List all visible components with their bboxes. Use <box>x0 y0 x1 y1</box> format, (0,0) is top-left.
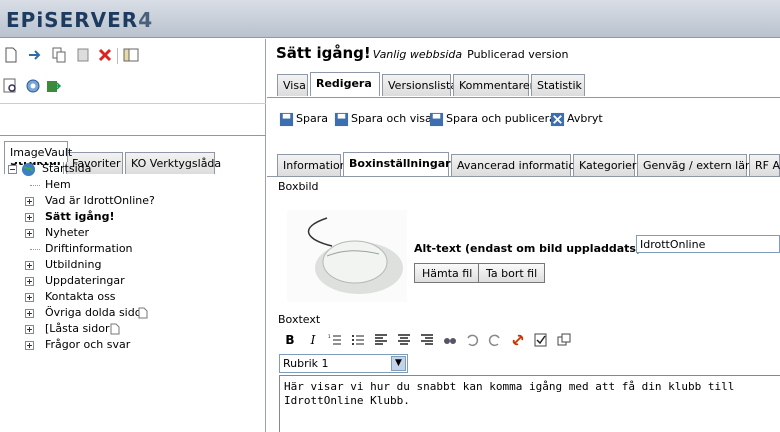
align-left-icon[interactable] <box>374 333 388 347</box>
tree-root[interactable]: Startsida <box>42 161 91 177</box>
refresh-icon[interactable] <box>25 78 41 94</box>
toolbar-row-1 <box>0 42 266 70</box>
chevron-down-icon[interactable]: ▼ <box>391 356 406 371</box>
tree-connector <box>30 249 40 250</box>
bold-icon[interactable]: B <box>283 333 297 347</box>
alt-text-input[interactable]: IdrottOnline <box>636 235 780 253</box>
left-pane: Struktur Favoriter KO Verktygslåda Image… <box>0 39 266 432</box>
svg-text:1: 1 <box>328 334 331 339</box>
page-title: Sätt igång! <box>276 44 371 62</box>
new-page-icon[interactable] <box>3 47 19 63</box>
format-select[interactable]: Rubrik 1 ▼ <box>279 354 408 373</box>
tree-item[interactable]: Hem <box>45 177 71 193</box>
mouse-image <box>287 210 407 302</box>
delete-icon[interactable] <box>97 47 113 63</box>
expand-icon[interactable] <box>25 293 34 302</box>
preview-pane-icon[interactable] <box>123 47 139 63</box>
export-icon[interactable] <box>45 78 61 94</box>
main-pane: Sätt igång! Vanlig webbsida Publicerad ver… <box>267 39 780 432</box>
collapse-icon[interactable] <box>8 165 17 174</box>
tree-item[interactable]: Kontakta oss <box>45 289 116 305</box>
tree-item[interactable]: Utbildning <box>45 257 101 273</box>
copy-icon[interactable] <box>51 47 67 63</box>
tree-connector <box>30 185 40 186</box>
tree-item[interactable]: Vad är IdrottOnline? <box>45 193 155 209</box>
save-icon <box>279 112 294 126</box>
tab-redigera[interactable]: Redigera <box>310 72 380 96</box>
expand-icon[interactable] <box>25 197 34 206</box>
paste-icon[interactable] <box>75 47 91 63</box>
tab-statistik[interactable]: Statistik <box>531 74 585 96</box>
align-right-icon[interactable] <box>420 333 434 347</box>
cancel-icon <box>550 112 565 126</box>
tab-information[interactable]: Information <box>277 154 347 176</box>
tree-item[interactable]: Nyheter <box>45 225 89 241</box>
page-status: Publicerad version <box>467 48 569 61</box>
boxbild-label: Boxbild <box>278 180 319 193</box>
expand-icon[interactable] <box>25 325 34 334</box>
fetch-file-button[interactable]: Hämta fil <box>414 263 481 283</box>
expand-icon[interactable] <box>25 213 34 222</box>
boxtext-label: Boxtext <box>278 313 321 326</box>
tab-imagevault[interactable]: ImageVault <box>4 141 72 162</box>
tab-avancerad-information[interactable]: Avancerad information <box>451 154 582 176</box>
search-icon[interactable] <box>3 78 19 94</box>
expand-icon[interactable] <box>25 229 34 238</box>
tab-kategorier[interactable]: Kategorier <box>573 154 636 176</box>
spellcheck-icon[interactable] <box>534 333 548 347</box>
numbered-list-icon[interactable]: 1 <box>328 333 342 347</box>
tab-kommentarer[interactable]: Kommentarer <box>453 74 534 96</box>
alt-text-label: Alt-text (endast om bild uppladdats): <box>414 242 646 255</box>
tab-ko-verktygslada[interactable]: KO Verktygslåda <box>125 152 221 174</box>
logo-text: EPiSERVER <box>6 8 139 32</box>
find-icon[interactable] <box>443 333 457 347</box>
tree-item[interactable]: [Låsta sidor] <box>45 321 114 337</box>
tab-genvag-extern-lank[interactable]: Genväg / extern länk <box>637 154 758 176</box>
expand-icon[interactable] <box>25 261 34 270</box>
app-logo: EPiSERVER4 <box>6 8 153 32</box>
expand-icon[interactable] <box>25 309 34 318</box>
undo-icon[interactable] <box>465 333 479 347</box>
toolbar-row-2 <box>0 73 266 101</box>
redo-icon[interactable] <box>488 333 502 347</box>
tree-item[interactable]: Sätt igång! <box>45 209 114 225</box>
move-icon[interactable] <box>27 47 43 63</box>
tab-boxinstallningar[interactable]: Boxinställningar <box>343 152 451 176</box>
italic-icon[interactable]: I <box>306 333 320 347</box>
save-and-view-button[interactable]: Spara och visa <box>334 111 432 131</box>
format-select-value: Rubrik 1 <box>283 357 329 370</box>
link-icon[interactable] <box>511 333 525 347</box>
header-bar: EPiSERVER4 <box>0 0 780 38</box>
globe-icon <box>21 162 36 177</box>
editor-content[interactable]: Här visar vi hur du snabbt kan komma igå… <box>279 375 780 432</box>
save-and-publish-button[interactable]: Spara och publicera <box>429 111 556 131</box>
cancel-button[interactable]: Avbryt <box>550 111 603 131</box>
tab-rf[interactable]: RF A <box>749 154 780 176</box>
logo-version: 4 <box>138 8 154 32</box>
expand-icon[interactable] <box>25 277 34 286</box>
insert-table-icon[interactable] <box>557 333 571 347</box>
align-center-icon[interactable] <box>397 333 411 347</box>
page-heading: Sätt igång! Vanlig webbsida Publicerad ver… <box>276 44 568 62</box>
bullet-list-icon[interactable] <box>351 333 365 347</box>
page-type: Vanlig webbsida <box>372 48 463 61</box>
tab-versionslista[interactable]: Versionslista <box>382 74 457 96</box>
tree-item[interactable]: Övriga dolda sidor <box>45 305 146 321</box>
save-view-icon <box>334 112 349 126</box>
tree-item[interactable]: Uppdateringar <box>45 273 125 289</box>
tab-visa[interactable]: Visa <box>277 74 308 96</box>
tree-item[interactable]: Frågor och svar <box>45 337 130 353</box>
remove-file-button[interactable]: Ta bort fil <box>478 263 546 283</box>
expand-icon[interactable] <box>25 341 34 350</box>
save-publish-icon <box>429 112 444 126</box>
tree-item[interactable]: Driftinformation <box>45 241 133 257</box>
save-button[interactable]: Spara <box>279 111 328 131</box>
